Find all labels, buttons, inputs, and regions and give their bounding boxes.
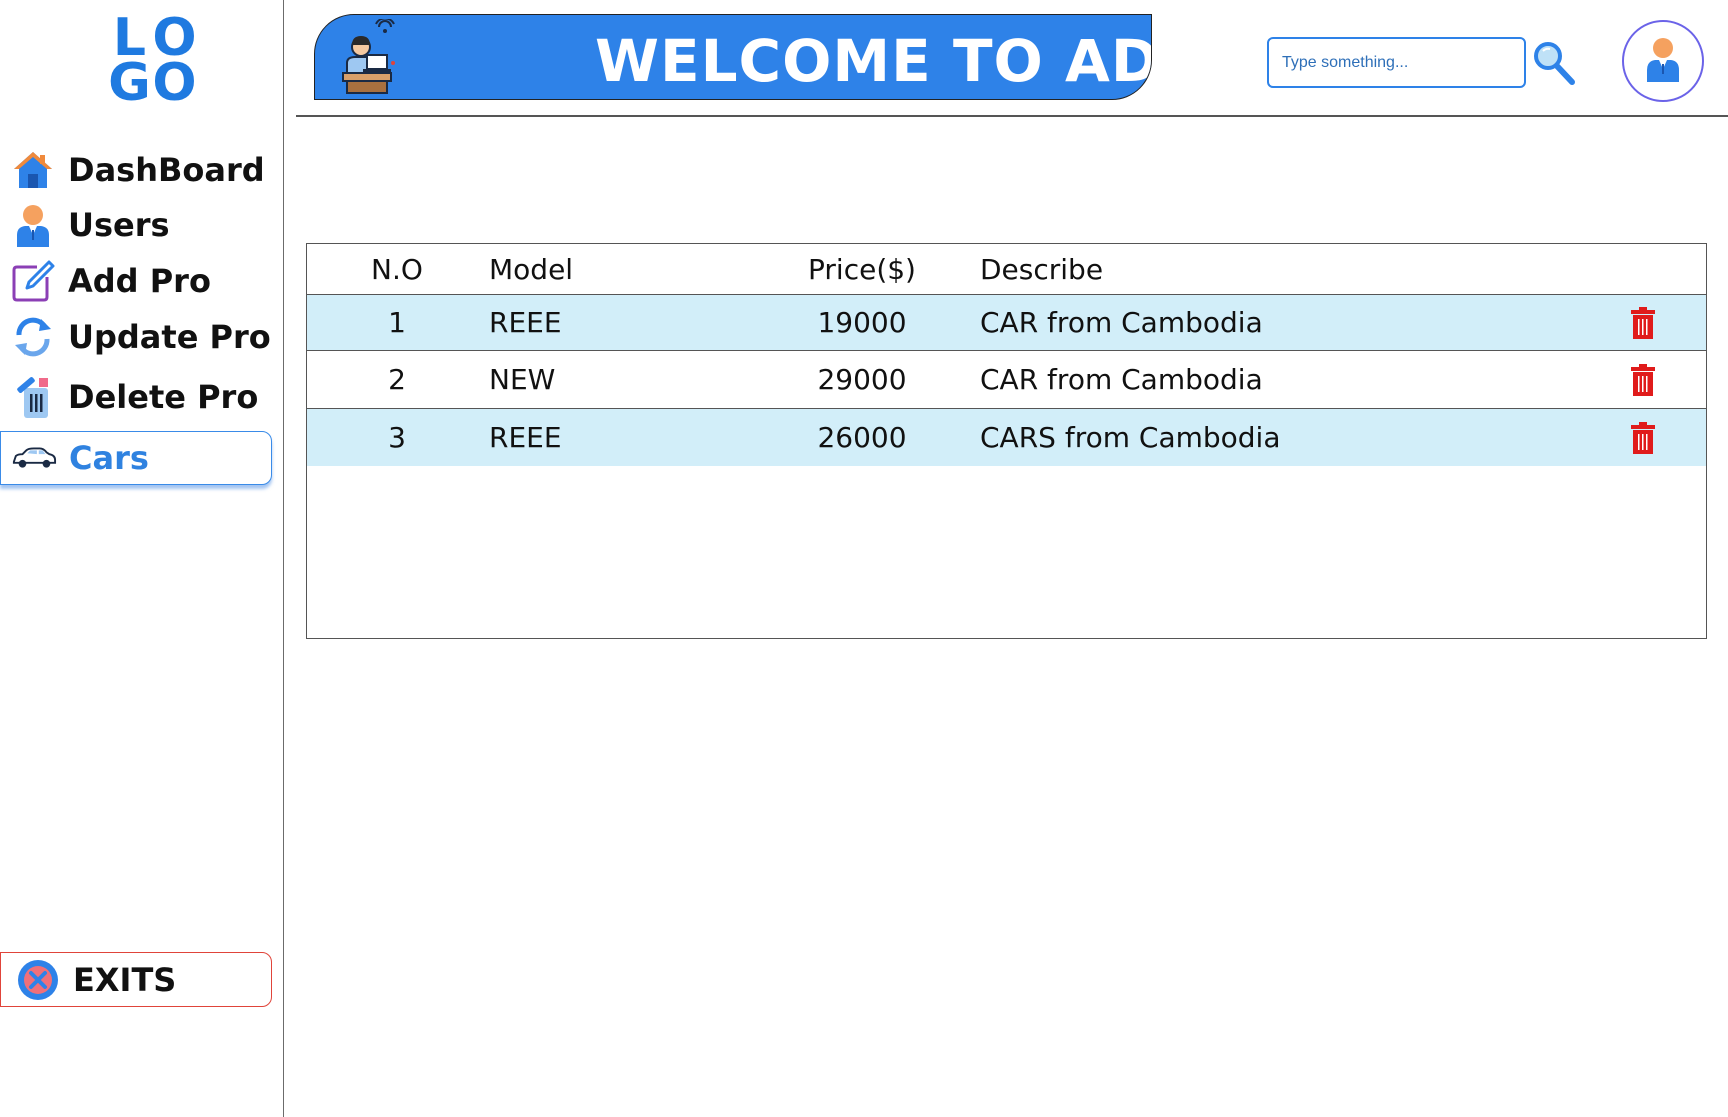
cell-describe: CAR from Cambodia xyxy=(980,363,1263,396)
cell-price: 19000 xyxy=(817,306,907,339)
sidebar-item-label: DashBoard xyxy=(68,151,265,189)
house-icon xyxy=(10,147,56,193)
table-row: 3 REEE 26000 CARS from Cambodia xyxy=(307,409,1706,466)
sidebar-item-label: Delete Pro xyxy=(68,378,259,416)
welcome-banner: WELCOME TO ADMIN xyxy=(314,14,1152,100)
cell-price: 26000 xyxy=(817,421,907,454)
sidebar-item-users[interactable]: Users xyxy=(0,198,272,252)
header-divider xyxy=(296,115,1728,117)
cell-describe: CAR from Cambodia xyxy=(980,306,1263,339)
sidebar: L O G O DashBoard Users Add Pro Update P… xyxy=(0,0,284,1117)
sidebar-item-dashboard[interactable]: DashBoard xyxy=(0,143,272,197)
sidebar-item-cars[interactable]: Cars xyxy=(0,431,272,485)
search-input[interactable] xyxy=(1267,37,1526,88)
exit-label: EXITS xyxy=(73,960,177,999)
trash-icon xyxy=(1631,363,1655,396)
sidebar-item-update-pro[interactable]: Update Pro xyxy=(0,310,272,364)
admin-desk-icon xyxy=(339,17,399,95)
sidebar-item-label: Cars xyxy=(69,439,149,477)
cell-model: REEE xyxy=(489,421,562,454)
car-icon xyxy=(11,435,57,481)
cars-table: N.O Model Price($) Describe 1 REEE 19000… xyxy=(306,243,1707,639)
sidebar-item-add-pro[interactable]: Add Pro xyxy=(0,254,272,308)
trash-icon xyxy=(10,374,56,420)
cell-no: 3 xyxy=(388,421,406,454)
column-header-model: Model xyxy=(489,252,574,286)
column-header-no: N.O xyxy=(371,252,423,286)
search-icon[interactable] xyxy=(1532,40,1576,86)
delete-row-button[interactable] xyxy=(1623,409,1663,466)
trash-icon xyxy=(1631,306,1655,339)
user-icon xyxy=(10,202,56,248)
page-title: WELCOME TO ADMIN xyxy=(595,27,1152,95)
table-row: 2 NEW 29000 CAR from Cambodia xyxy=(307,351,1706,409)
column-header-price: Price($) xyxy=(808,252,916,286)
column-header-describe: Describe xyxy=(980,252,1104,286)
sidebar-item-label: Users xyxy=(68,206,170,244)
exit-button[interactable]: EXITS xyxy=(0,952,272,1007)
user-icon xyxy=(1643,36,1683,86)
delete-row-button[interactable] xyxy=(1623,295,1663,350)
close-circle-icon xyxy=(15,957,61,1003)
sidebar-item-label: Add Pro xyxy=(68,262,211,300)
cell-describe: CARS from Cambodia xyxy=(980,421,1281,454)
profile-avatar-button[interactable] xyxy=(1622,20,1704,102)
cell-price: 29000 xyxy=(817,363,907,396)
cell-model: REEE xyxy=(489,306,562,339)
cell-model: NEW xyxy=(489,363,556,396)
table-row: 1 REEE 19000 CAR from Cambodia xyxy=(307,295,1706,351)
refresh-icon xyxy=(10,314,56,360)
delete-row-button[interactable] xyxy=(1623,351,1663,408)
logo[interactable]: L O G O xyxy=(106,12,196,109)
table-header-row: N.O Model Price($) Describe xyxy=(307,244,1706,295)
sidebar-item-delete-pro[interactable]: Delete Pro xyxy=(0,370,272,424)
trash-icon xyxy=(1631,421,1655,454)
cell-no: 1 xyxy=(388,306,406,339)
cell-no: 2 xyxy=(388,363,406,396)
sidebar-item-label: Update Pro xyxy=(68,318,271,356)
edit-icon xyxy=(10,258,56,304)
